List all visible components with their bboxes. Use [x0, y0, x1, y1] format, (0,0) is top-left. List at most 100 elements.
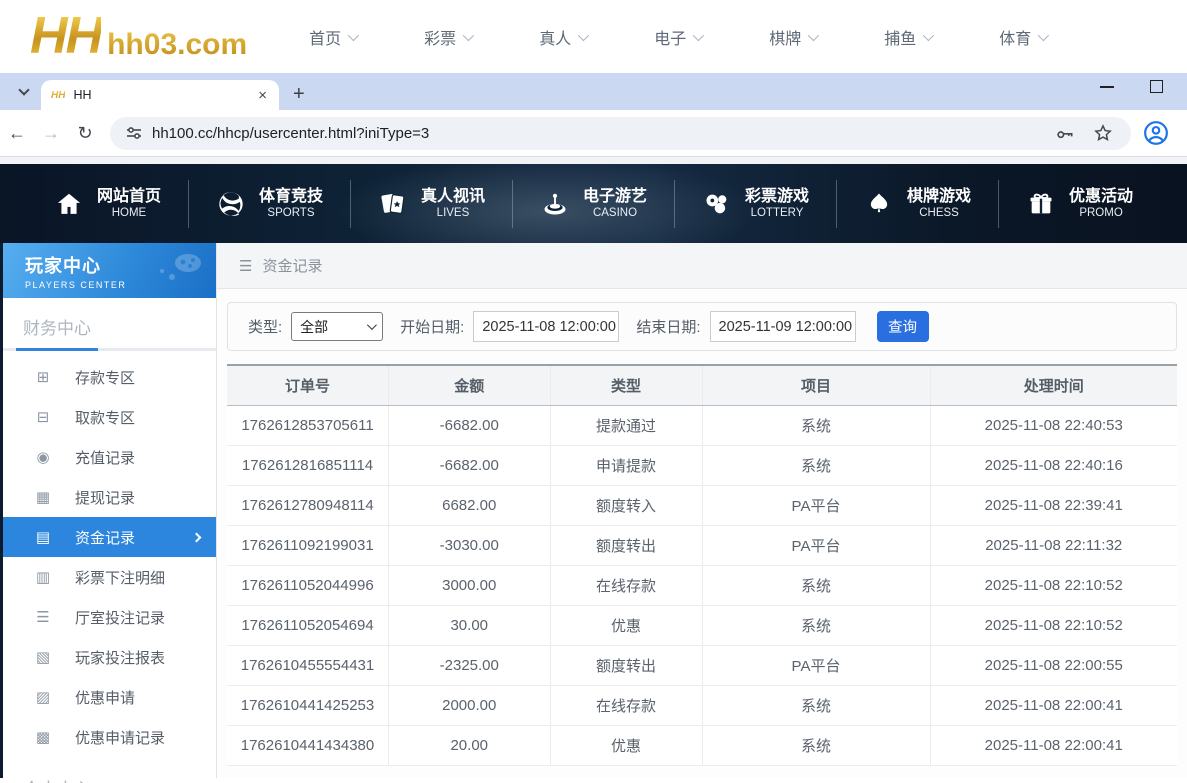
- search-button[interactable]: 查询: [877, 311, 929, 342]
- site-info-icon[interactable]: [126, 125, 142, 141]
- cell-order-number: 1762610441425253: [227, 685, 389, 725]
- sidebar-item[interactable]: ▧ 玩家投注报表: [3, 637, 216, 677]
- top-nav-item[interactable]: 彩票: [424, 25, 471, 49]
- sidebar-item[interactable]: ▨ 优惠申请: [3, 677, 216, 717]
- top-nav-item[interactable]: 棋牌: [769, 25, 816, 49]
- cell-type: 在线存款: [550, 565, 702, 605]
- new-tab-button[interactable]: +: [293, 84, 305, 104]
- type-select[interactable]: 全部: [291, 312, 383, 341]
- sidebar-item[interactable]: ◉ 充值记录: [3, 437, 216, 477]
- logo-domain-text: hh03.com: [107, 30, 247, 60]
- cell-order-number: 1762611052054694: [227, 605, 389, 645]
- promo-icon: [1026, 189, 1056, 219]
- cell-time: 2025-11-08 22:10:52: [930, 565, 1177, 605]
- lottery-icon: [702, 189, 732, 219]
- game-nav-item[interactable]: 棋牌游戏 CHESS: [836, 180, 998, 228]
- top-nav-item[interactable]: 体育: [999, 25, 1046, 49]
- cell-order-number: 1762612853705611: [227, 405, 389, 445]
- game-nav-subtitle: HOME: [97, 207, 161, 221]
- url-text[interactable]: hh100.cc/hhcp/usercenter.html?iniType=3: [152, 125, 1055, 142]
- sidebar-item-label: 优惠申请记录: [75, 727, 165, 748]
- window-maximize-button[interactable]: [1150, 80, 1163, 93]
- reload-button[interactable]: ↻: [68, 123, 102, 144]
- personal-section-title: 个人中心: [3, 757, 216, 783]
- cell-order-number: 1762610441434380: [227, 725, 389, 765]
- tab-search-button[interactable]: [10, 78, 38, 106]
- cell-time: 2025-11-08 22:40:16: [930, 445, 1177, 485]
- sidebar: 玩家中心 PLAYERS CENTER 财务中心 ⊞ 存款专区 ⊟: [3, 243, 217, 778]
- table-row[interactable]: 1762612853705611 -6682.00 提款通过 系统 2025-1…: [227, 405, 1177, 445]
- bookmark-star-icon[interactable]: [1093, 123, 1113, 143]
- game-nav-title: 体育竞技: [259, 187, 323, 207]
- game-nav-item[interactable]: 真人视讯 LIVES: [350, 180, 512, 228]
- cell-type: 提款通过: [550, 405, 702, 445]
- game-nav-item[interactable]: 电子游艺 CASINO: [512, 180, 674, 228]
- address-bar[interactable]: hh100.cc/hhcp/usercenter.html?iniType=3: [110, 117, 1131, 150]
- tab-close-icon[interactable]: ×: [254, 87, 271, 104]
- cell-project: PA平台: [702, 525, 930, 565]
- cell-project: 系统: [702, 685, 930, 725]
- cell-amount: 3000.00: [389, 565, 551, 605]
- cell-project: 系统: [702, 725, 930, 765]
- cell-project: 系统: [702, 445, 930, 485]
- table-row[interactable]: 1762610441434380 20.00 优惠 系统 2025-11-08 …: [227, 725, 1177, 765]
- table-row[interactable]: 1762612816851114 -6682.00 申请提款 系统 2025-1…: [227, 445, 1177, 485]
- cell-type: 申请提款: [550, 445, 702, 485]
- sidebar-item[interactable]: ⊟ 取款专区: [3, 397, 216, 437]
- cell-amount: -2325.00: [389, 645, 551, 685]
- sidebar-item[interactable]: ▦ 提现记录: [3, 477, 216, 517]
- game-nav-item[interactable]: 网站首页 HOME: [27, 180, 188, 228]
- password-key-icon[interactable]: [1055, 123, 1075, 143]
- sidebar-item[interactable]: ▥ 彩票下注明细: [3, 557, 216, 597]
- forward-button[interactable]: →: [34, 123, 68, 144]
- window-minimize-button[interactable]: [1100, 86, 1114, 88]
- table-header-cell: 订单号: [227, 365, 389, 405]
- browser-tab-strip: HH HH × +: [0, 73, 1187, 110]
- browser-tab[interactable]: HH HH ×: [41, 80, 279, 110]
- lives-icon: [378, 189, 408, 219]
- end-date-input[interactable]: 2025-11-09 12:00:00: [710, 311, 856, 342]
- game-nav: 网站首页 HOME 体育竞技 SPORTS 真人视讯 LIVES 电子游艺 CA…: [0, 157, 1187, 243]
- site-logo[interactable]: HH hh03.com: [30, 13, 247, 60]
- game-nav-item[interactable]: 体育竞技 SPORTS: [188, 180, 350, 228]
- cell-order-number: 1762612816851114: [227, 445, 389, 485]
- cell-project: 系统: [702, 405, 930, 445]
- cell-time: 2025-11-08 22:10:52: [930, 605, 1177, 645]
- table-row[interactable]: 1762610455554431 -2325.00 额度转出 PA平台 2025…: [227, 645, 1177, 685]
- sidebar-item[interactable]: ▤ 资金记录: [3, 517, 216, 557]
- cell-time: 2025-11-08 22:11:32: [930, 525, 1177, 565]
- tab-favicon: HH: [51, 90, 65, 101]
- top-nav-label: 彩票: [424, 25, 456, 49]
- lottery-bets-icon: ▥: [34, 568, 52, 586]
- gamepad-icon: [152, 251, 204, 292]
- sidebar-item[interactable]: ▩ 优惠申请记录: [3, 717, 216, 757]
- table-row[interactable]: 1762610441425253 2000.00 在线存款 系统 2025-11…: [227, 685, 1177, 725]
- casino-icon: [540, 189, 570, 219]
- table-row[interactable]: 1762612780948114 6682.00 额度转入 PA平台 2025-…: [227, 485, 1177, 525]
- window-controls: [1100, 80, 1163, 93]
- cell-time: 2025-11-08 22:00:41: [930, 725, 1177, 765]
- table-row[interactable]: 1762611052044996 3000.00 在线存款 系统 2025-11…: [227, 565, 1177, 605]
- start-date-input[interactable]: 2025-11-08 12:00:00: [473, 311, 619, 342]
- browser-toolbar: ← → ↻ hh100.cc/hhcp/usercenter.html?iniT…: [0, 110, 1187, 157]
- table-header-cell: 类型: [550, 365, 702, 405]
- game-nav-item[interactable]: 彩票游戏 LOTTERY: [674, 180, 836, 228]
- table-row[interactable]: 1762611052054694 30.00 优惠 系统 2025-11-08 …: [227, 605, 1177, 645]
- sidebar-item[interactable]: ⊞ 存款专区: [3, 357, 216, 397]
- sidebar-item-label: 存款专区: [75, 367, 135, 388]
- browser-profile-icon[interactable]: [1143, 120, 1169, 146]
- chevron-down-icon: [808, 29, 819, 40]
- back-button[interactable]: ←: [0, 123, 34, 144]
- top-nav-item[interactable]: 电子: [654, 25, 701, 49]
- top-nav-item[interactable]: 真人: [539, 25, 586, 49]
- cell-project: PA平台: [702, 645, 930, 685]
- table-row[interactable]: 1762611092199031 -3030.00 额度转出 PA平台 2025…: [227, 525, 1177, 565]
- top-nav-item[interactable]: 首页: [309, 25, 356, 49]
- sidebar-item-label: 优惠申请: [75, 687, 135, 708]
- promo-apply-icon: ▨: [34, 688, 52, 706]
- sidebar-item[interactable]: ☰ 厅室投注记录: [3, 597, 216, 637]
- chevron-down-icon: [923, 29, 934, 40]
- game-nav-item[interactable]: 优惠活动 PROMO: [998, 180, 1160, 228]
- top-nav-item[interactable]: 捕鱼: [884, 25, 931, 49]
- chevron-down-icon: [348, 29, 359, 40]
